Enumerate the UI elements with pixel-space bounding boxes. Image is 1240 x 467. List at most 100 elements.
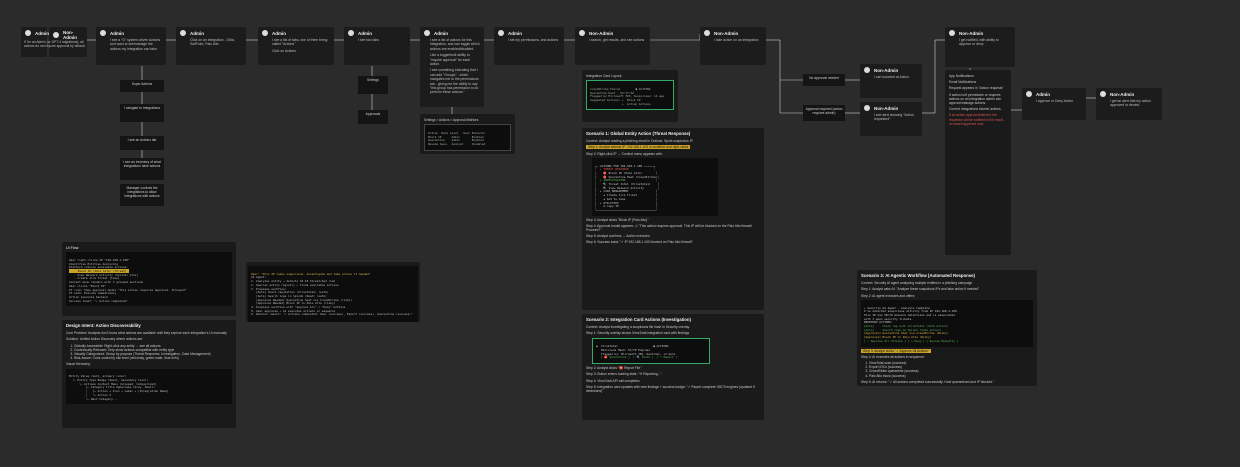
- scenario-step: Step 5: AI returns: "✓ All actions compl…: [861, 379, 995, 384]
- avatar: [180, 30, 186, 36]
- card-role: Non-Admin: [874, 67, 899, 73]
- agent-line: 6. Returns result: "✓ Actions completed:…: [251, 312, 413, 317]
- settings-panel-title: Settings > Actions > Approval Matrices: [424, 118, 479, 122]
- menu-line: └───────────────────────────────────┘: [595, 207, 658, 212]
- ui-flow-line: Success toast: "✓ Action completed": [69, 298, 128, 303]
- card-text: Like a toggle/bulk ability to "require a…: [430, 53, 471, 67]
- no-approval-box: No approval needed: [803, 74, 845, 86]
- flow-card-non-admin-2: Non-Admin I search, get results, and see…: [575, 27, 650, 65]
- notif-item: If action isn't permissive or requires a…: [949, 92, 1002, 106]
- card-text: I see a list of actions for this integra…: [430, 38, 480, 51]
- avatar: [864, 67, 870, 73]
- flow-card-admin-6: Admin I see a list of actions for this i…: [420, 27, 484, 107]
- card-text: I see something indicating that I can ad…: [430, 68, 479, 95]
- flow-step-box: I see an Actions tab: [120, 136, 164, 150]
- card-text: I get notified, with ability to approve …: [959, 38, 999, 47]
- design-intent-panel: Design Intent: Action Discoverability Co…: [62, 320, 236, 428]
- flow-card-non-admin-alert: Non-Admin I get an alert that my action …: [1096, 88, 1162, 120]
- card-role: Non-Admin: [959, 30, 984, 36]
- scenario-3-title: Scenario 3: AI Agentic Workflow (Automat…: [861, 273, 975, 278]
- card-text: I get an alert that my action approved o…: [1110, 99, 1151, 108]
- scenario-step: Step 3: Analyst clicks "Block IP (Palo A…: [586, 217, 649, 222]
- avatar: [1026, 91, 1032, 97]
- scenario-step: Step 4: AI executes all actions in seque…: [861, 354, 925, 359]
- hierarchy-label: Visual Hierarchy:: [66, 362, 91, 367]
- avatar: [498, 30, 504, 36]
- user-query-title: User: "This IP looks suspicious. Investi…: [251, 271, 371, 276]
- scenario-step: Step 1: Security overlay shows VirusTota…: [586, 331, 690, 336]
- scenario-list-item: Palo Alto block (success): [869, 374, 1033, 378]
- card-role: Non-Admin: [1110, 91, 1135, 97]
- card-text: I take action on an integration: [714, 38, 759, 42]
- card-text: I search, get results, and see actions: [589, 38, 645, 42]
- settings-box: Settings: [358, 76, 388, 94]
- card-text: I see two tabs: [358, 38, 379, 42]
- scenario-context: Context: Analyst reading a phishing emai…: [586, 139, 694, 144]
- card-text: I set my permissions, and actions: [508, 38, 559, 42]
- card-text: I see alert showing "Action requested": [874, 113, 914, 122]
- avatar: [704, 30, 710, 36]
- integration-line: ▸ Action Actions: [590, 101, 651, 106]
- card-text: I approve or Deny Action: [1036, 99, 1074, 103]
- card-role: Admin: [190, 30, 204, 36]
- flow-step-box: I navigate to Integrations: [120, 104, 164, 122]
- card-text: I see a list of tabs, one of them being …: [272, 38, 328, 47]
- scenario-step: Step 6: Success toast: "✓ IP 192.168.1.1…: [586, 240, 693, 245]
- flow-card-non-admin-4: Non-Admin I get notified, with ability t…: [945, 27, 1015, 67]
- scenario-step: Step 5: Analyst confirms → Action execut…: [586, 234, 650, 239]
- design-intent-item: Risk-Aware: Color-coded by risk level (r…: [74, 356, 232, 360]
- flow-step-box: Manager controls the integrations to all…: [120, 184, 164, 206]
- avatar: [100, 30, 106, 36]
- card-role: Non-Admin: [714, 30, 739, 36]
- avatar: [949, 30, 955, 36]
- ui-flow-panel: UI Flow: User right-clicks IP "192.168.1…: [62, 242, 236, 316]
- flow-step-box: Super Admins: [120, 80, 164, 92]
- scenario-step: Step 2: Right-click IP → Context menu ap…: [586, 151, 663, 156]
- scenario-step: Step 4: Approval modal appears: ⚠ "This …: [586, 223, 753, 233]
- flow-step-box: I see an inventory of what integrations …: [120, 158, 164, 180]
- scenario-step: Step 1: Analyst selects IP: 192.168.1.10…: [586, 145, 691, 150]
- card-role: Admin: [508, 30, 522, 36]
- scenario-context: Context: Security AI agent analyzing mul…: [861, 281, 973, 286]
- avatar: [424, 30, 430, 36]
- card-role: Admin: [1036, 91, 1050, 97]
- flow-card-admin-2: Admin I see a "G" system-driven Actions …: [96, 27, 166, 65]
- avatar: [1100, 91, 1106, 97]
- integration-card-title: Integration Card Layout: [586, 74, 622, 78]
- scenario-context: Context: Analyst investigating a suspici…: [586, 325, 690, 330]
- flow-card-non-admin-requested: Non-Admin I see alert showing "Action re…: [860, 102, 922, 136]
- flow-card-admin-4: Admin I see a list of tabs, one of them …: [258, 27, 334, 65]
- approvals-box: Approvals: [358, 110, 388, 124]
- notif-item: Current Integrations tickets/ actions.: [949, 107, 1002, 112]
- card-role: Admin: [35, 30, 49, 36]
- card-role: Admin: [272, 30, 286, 36]
- avatar: [262, 30, 268, 36]
- scenario-step: Step 5: Integration card updates with ne…: [586, 384, 755, 393]
- notif-item: App Notifications: [949, 74, 974, 78]
- avatar: [25, 30, 31, 36]
- scenario-step: Step 3: Analyst clicks "✓ Approve All Ac…: [861, 348, 931, 353]
- flow-card-admin-3: Admin Click on an integration - Okta, Sa…: [176, 27, 246, 65]
- flow-card-non-admin-3: Non-Admin I take action on an integratio…: [700, 27, 766, 65]
- card-actions[interactable]: [ ⛔ Quarantine ] [ 🔍 Pivot ] [ ⬆ Report …: [596, 355, 677, 360]
- design-intent-core: Core Problem: Analysts don't know what a…: [66, 331, 228, 336]
- scenario-1-title: Scenario 1: Global Entity Action (Threat…: [586, 131, 691, 136]
- approval-required-box: Approval required (action requires admin…: [803, 105, 845, 121]
- scenario-step: Step 2: Analyst clicks "⛔ Report File": [586, 366, 642, 371]
- settings-row: Revoke Sess. Analyst Disabled: [428, 142, 486, 147]
- design-intent-solution: Solution: Unified Action Discovery where…: [66, 337, 144, 342]
- ai-query-panel: User: "This IP looks suspicious. Investi…: [246, 262, 420, 322]
- card-role: Non-Admin: [63, 30, 77, 40]
- scenario-step: Step 2: AI agent executes and offers:: [861, 293, 916, 298]
- card-role: Non-Admin: [589, 30, 614, 36]
- scenario-step: Step 3: Button enters loading state: "⟳ …: [586, 372, 662, 377]
- approve-all-buttons[interactable]: [ ✓ Approve All Actions ] [ ✕ Deny ] [ R…: [864, 339, 958, 343]
- flow-card-admin-approve: Admin I approve or Deny Action: [1022, 88, 1086, 120]
- scenario-step: Step 1: Analyst asks AI: "Analyze these …: [861, 287, 980, 292]
- ui-flow-title: UI Flow:: [66, 246, 80, 250]
- scenario-2-panel: Scenario 2: Integration Card Actions (In…: [582, 314, 764, 420]
- scenario-step: Step 4: VirusTotal API call completes: [586, 378, 640, 383]
- card-text: Click on an integration - Okta, SailPoin…: [190, 38, 235, 47]
- card-role: Non-Admin: [874, 105, 899, 111]
- avatar: [864, 105, 870, 111]
